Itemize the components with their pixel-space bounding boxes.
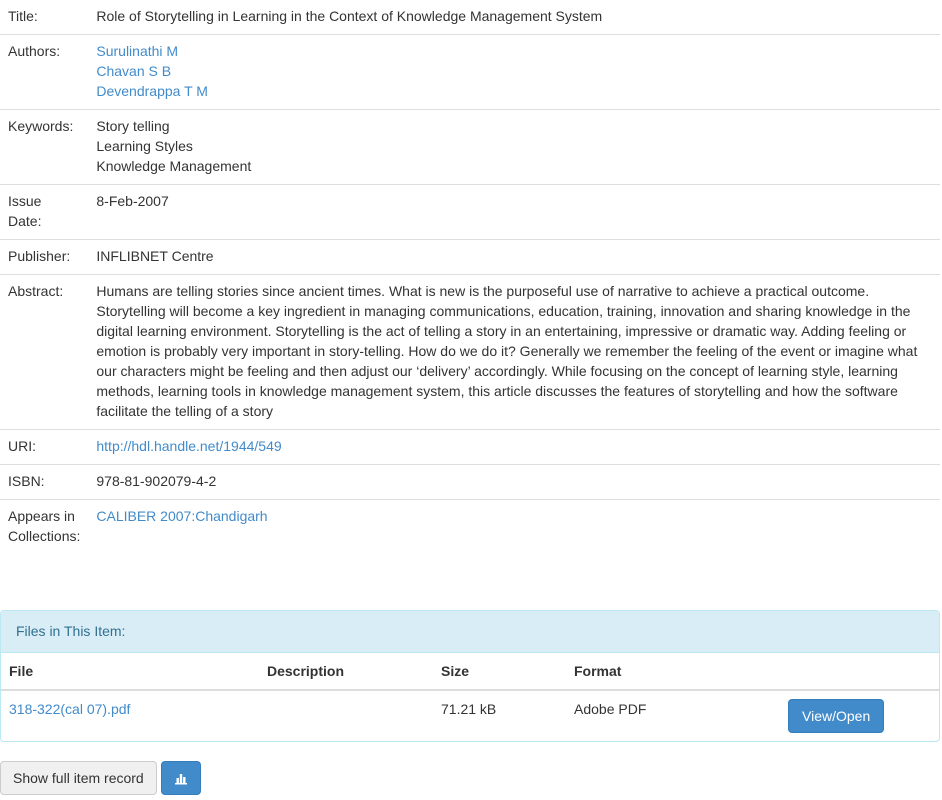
keyword: Story telling bbox=[96, 118, 170, 134]
item-actions: Show full item record bbox=[0, 761, 201, 795]
files-table: File Description Size Format 318-322(cal… bbox=[1, 653, 939, 741]
files-panel-heading: Files in This Item: bbox=[1, 611, 939, 653]
bar-chart-icon bbox=[174, 774, 187, 785]
metadata-label-isbn: ISBN: bbox=[0, 464, 89, 500]
statistics-button[interactable] bbox=[160, 761, 201, 795]
column-header-actions bbox=[780, 653, 939, 691]
metadata-label-authors: Authors: bbox=[0, 34, 89, 110]
show-full-record-button[interactable]: Show full item record bbox=[0, 761, 157, 795]
metadata-row-isbn: ISBN: 978-81-902079-4-2 bbox=[0, 464, 940, 500]
metadata-value-authors: Surulinathi M Chavan S B Devendrappa T M bbox=[88, 34, 940, 110]
metadata-label-title: Title: bbox=[8, 8, 38, 24]
collection-link[interactable]: CALIBER 2007:Chandigarh bbox=[96, 508, 267, 524]
action-cell: View/Open bbox=[780, 690, 939, 741]
keyword: Knowledge Management bbox=[96, 158, 252, 174]
metadata-row-issue-date: Issue Date: 8-Feb-2007 bbox=[0, 184, 940, 240]
metadata-value-keywords: Story telling Learning Styles Knowledge … bbox=[88, 109, 940, 185]
metadata-value-abstract: Humans are telling stories since ancient… bbox=[88, 274, 940, 430]
item-metadata-table: Title: Role of Storytelling in Learning … bbox=[0, 0, 940, 554]
format-cell: Adobe PDF bbox=[574, 701, 647, 717]
table-row: 318-322(cal 07).pdf 71.21 kB Adobe PDF V… bbox=[1, 690, 939, 741]
files-table-header: File Description Size Format bbox=[1, 653, 939, 691]
metadata-label-abstract: Abstract: bbox=[0, 274, 89, 430]
metadata-row-publisher: Publisher: INFLIBNET Centre bbox=[0, 239, 940, 275]
metadata-label-issue-date: Issue Date: bbox=[0, 184, 89, 240]
metadata-value-issue-date: 8-Feb-2007 bbox=[88, 184, 940, 240]
label-line: Date: bbox=[8, 213, 42, 229]
metadata-label-collections: Appears in Collections: bbox=[0, 499, 89, 554]
metadata-value-collections: CALIBER 2007:Chandigarh bbox=[88, 499, 940, 554]
metadata-label-uri: URI: bbox=[0, 429, 89, 465]
author-link[interactable]: Devendrappa T M bbox=[96, 81, 932, 101]
metadata-row-uri: URI: http://hdl.handle.net/1944/549 bbox=[0, 429, 940, 465]
column-header-description: Description bbox=[259, 653, 433, 691]
metadata-row-collections: Appears in Collections: CALIBER 2007:Cha… bbox=[0, 499, 940, 554]
metadata-row-keywords: Keywords: Story telling Learning Styles … bbox=[0, 109, 940, 185]
metadata-row-authors: Authors: Surulinathi M Chavan S B Devend… bbox=[0, 34, 940, 110]
author-link[interactable]: Surulinathi M bbox=[96, 41, 932, 61]
metadata-label-keywords: Keywords: bbox=[0, 109, 89, 185]
column-header-format: Format bbox=[566, 653, 780, 691]
label-line: Collections: bbox=[8, 528, 81, 544]
metadata-label-publisher: Publisher: bbox=[0, 239, 89, 275]
column-header-size: Size bbox=[433, 653, 566, 691]
description-cell bbox=[259, 690, 433, 741]
uri-link[interactable]: http://hdl.handle.net/1944/549 bbox=[96, 438, 281, 454]
metadata-value-uri: http://hdl.handle.net/1944/549 bbox=[88, 429, 940, 465]
view-open-button[interactable]: View/Open bbox=[788, 699, 885, 733]
size-cell: 71.21 kB bbox=[441, 701, 497, 717]
file-cell: 318-322(cal 07).pdf bbox=[1, 690, 259, 741]
metadata-value-isbn: 978-81-902079-4-2 bbox=[88, 464, 940, 500]
metadata-value-title: Role of Storytelling in Learning in the … bbox=[96, 8, 603, 24]
column-header-file: File bbox=[1, 653, 259, 691]
author-link[interactable]: Chavan S B bbox=[96, 61, 932, 81]
metadata-value-publisher: INFLIBNET Centre bbox=[88, 239, 940, 275]
label-line: Issue bbox=[8, 193, 42, 209]
metadata-row-title: Title: Role of Storytelling in Learning … bbox=[0, 0, 940, 35]
files-panel: Files in This Item: File Description Siz… bbox=[0, 610, 940, 742]
keyword: Learning Styles bbox=[96, 138, 193, 154]
metadata-row-abstract: Abstract: Humans are telling stories sin… bbox=[0, 274, 940, 430]
label-line: Appears in bbox=[8, 508, 75, 524]
file-link[interactable]: 318-322(cal 07).pdf bbox=[9, 701, 130, 717]
